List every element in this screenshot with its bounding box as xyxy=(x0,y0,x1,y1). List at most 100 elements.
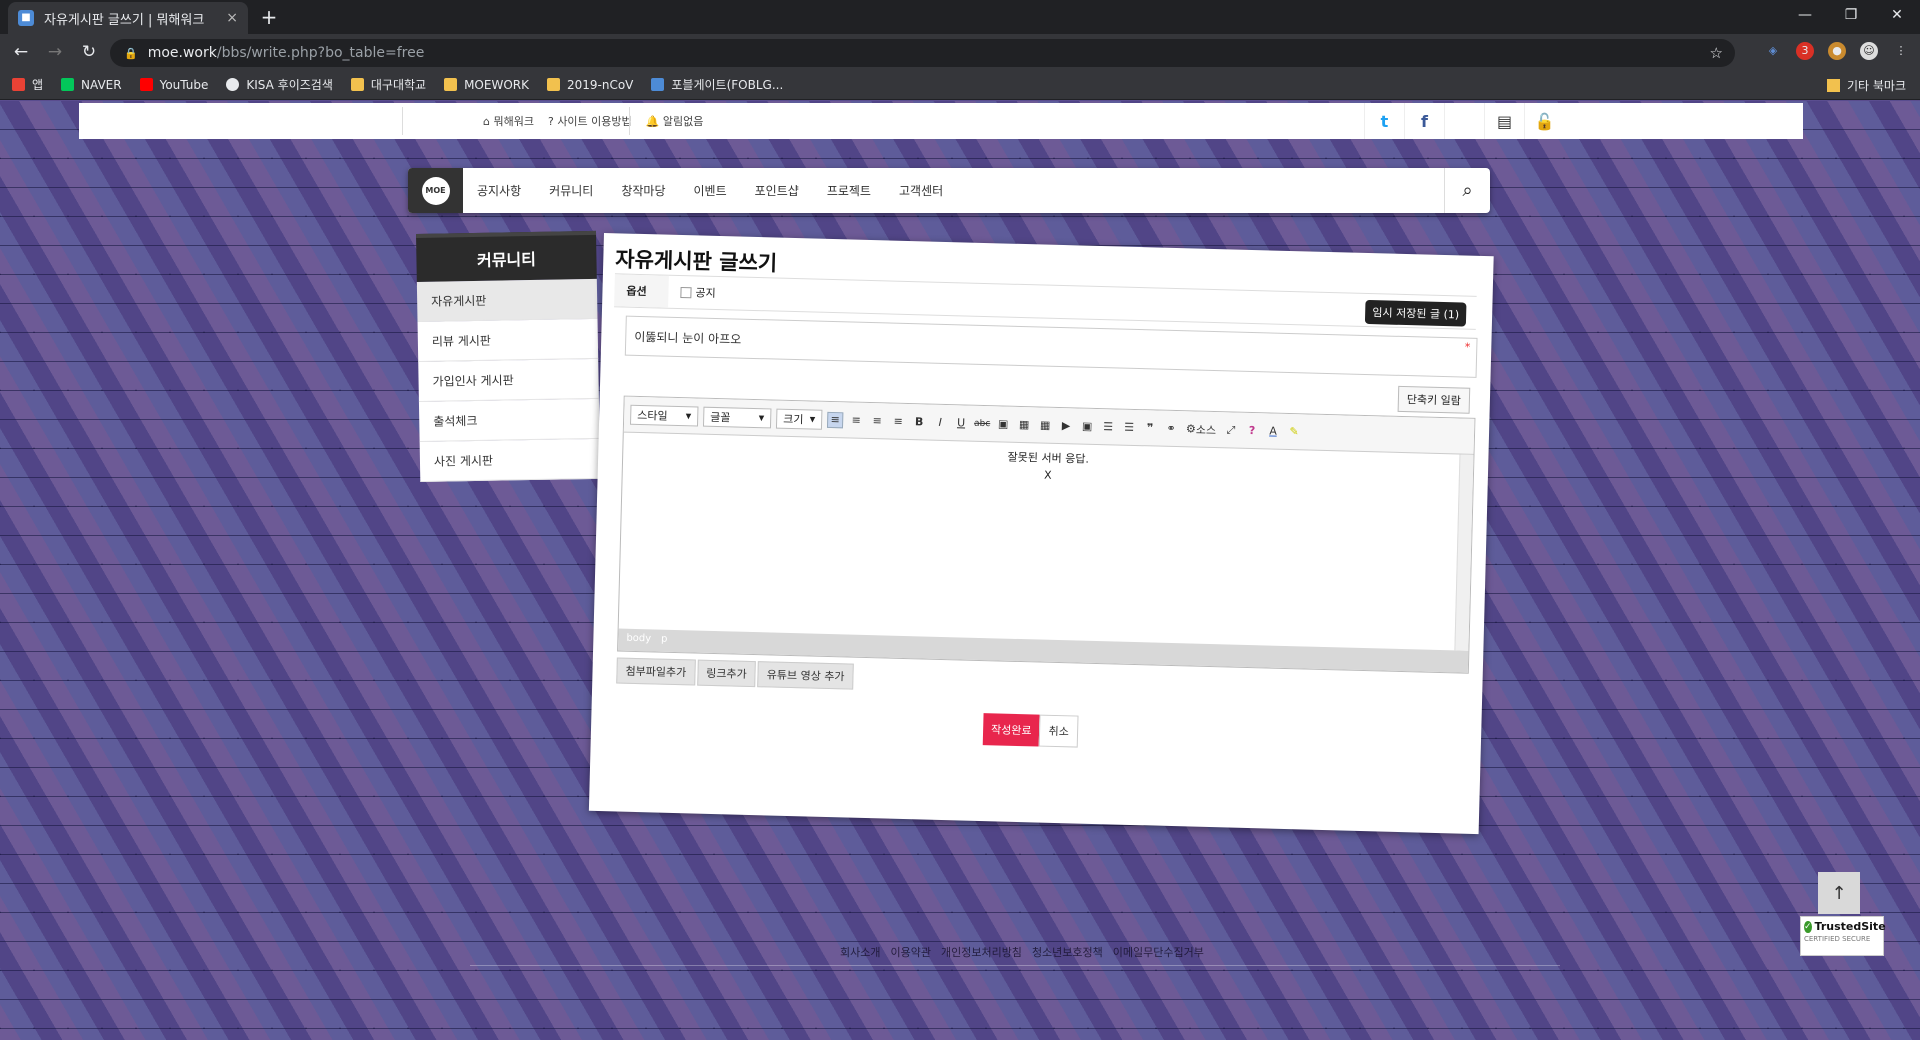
twitter-icon[interactable]: t xyxy=(1364,103,1404,139)
footer-link[interactable]: 이용약관 xyxy=(890,944,930,960)
reload-icon[interactable]: ↻ xyxy=(76,39,102,65)
main-nav: MOE 공지사항 커뮤니티 창작마당 이벤트 포인트샵 프로젝트 고객센터 ⌕ xyxy=(408,168,1490,213)
sidebar-item-greeting[interactable]: 가입인사 게시판 xyxy=(418,358,599,402)
restore-icon[interactable]: ❐ xyxy=(1828,0,1874,30)
close-window-icon[interactable]: ✕ xyxy=(1874,0,1920,30)
text-color-icon[interactable]: A xyxy=(1265,423,1281,439)
minimize-icon[interactable]: — xyxy=(1782,0,1828,30)
home-link[interactable]: ⌂ 뭐해워크 xyxy=(483,113,534,129)
add-file-button[interactable]: 첨부파일추가 xyxy=(616,657,696,686)
extension-icon[interactable]: ◈ xyxy=(1764,42,1782,60)
profile-avatar[interactable]: ☺ xyxy=(1860,42,1878,60)
highlight-color-icon[interactable]: ✎ xyxy=(1286,423,1302,439)
option-label: 옵션 xyxy=(614,274,669,308)
bookmarks-bar: 앱 NAVER YouTube KISA 후이즈검색 대구대학교 MOEWORK… xyxy=(0,70,1920,100)
align-right-icon[interactable]: ≡ xyxy=(869,413,885,429)
menu-kebab-icon[interactable]: ⋮ xyxy=(1892,42,1910,60)
sidebar-item-review[interactable]: 리뷰 게시판 xyxy=(417,318,599,362)
bookmark-naver[interactable]: NAVER xyxy=(61,78,122,92)
subject-value: 이뚫되니 눈이 아프오 xyxy=(634,329,742,347)
notification-link[interactable]: 🔔 알림없음 xyxy=(646,113,704,129)
help-icon[interactable]: ? xyxy=(1244,422,1260,438)
youtube-embed-icon[interactable]: ▶ xyxy=(1058,417,1074,433)
align-center-icon[interactable]: ≡ xyxy=(848,412,864,428)
notice-checkbox[interactable]: 공지 xyxy=(680,284,716,301)
blockquote-icon[interactable]: ❞ xyxy=(1142,420,1158,436)
style-dropdown[interactable]: 스타일 ▾ xyxy=(630,404,699,427)
folder-icon xyxy=(444,78,458,91)
trustedsite-badge[interactable]: ✓ TrustedSite CERTIFIED SECURE xyxy=(1800,916,1886,956)
new-tab-button[interactable]: + xyxy=(258,6,280,28)
ordered-list-icon[interactable]: ☰ xyxy=(1100,419,1116,435)
element-path-body[interactable]: body xyxy=(626,633,651,648)
temp-saved-button[interactable]: 임시 저장된 글 (1) xyxy=(1365,299,1467,327)
footer-link[interactable]: 청소년보호정책 xyxy=(1032,944,1103,960)
bookmark-daegu[interactable]: 대구대학교 xyxy=(350,76,426,93)
footer-link[interactable]: 이메일무단수집거부 xyxy=(1113,944,1204,960)
cookie-extension-icon[interactable]: ● xyxy=(1828,42,1846,60)
cancel-button[interactable]: 취소 xyxy=(1039,714,1079,748)
image-icon[interactable]: ▣ xyxy=(995,416,1011,432)
bookmark-star-icon[interactable]: ☆ xyxy=(1710,44,1723,62)
chevron-down-icon: ▾ xyxy=(809,412,816,426)
footer-link[interactable]: 개인정보처리방침 xyxy=(941,944,1022,960)
forward-icon[interactable]: → xyxy=(42,39,68,65)
bookmark-foblgate[interactable]: 포블게이트(FOBLG... xyxy=(651,76,783,93)
font-dropdown[interactable]: 글꼴 ▾ xyxy=(702,406,772,428)
close-tab-icon[interactable]: × xyxy=(226,10,238,26)
add-youtube-button[interactable]: 유튜브 영상 추가 xyxy=(757,661,854,690)
editor-body[interactable]: 잘못된 서버 응답. X xyxy=(619,433,1474,651)
link-icon[interactable]: ⚭ xyxy=(1163,420,1179,436)
nav-item-event[interactable]: 이벤트 xyxy=(680,182,741,199)
sidebar-item-attendance[interactable]: 출석체크 xyxy=(418,398,600,442)
add-link-button[interactable]: 링크추가 xyxy=(696,659,757,688)
bookmark-apps[interactable]: 앱 xyxy=(12,76,43,93)
login-unlock-icon[interactable]: 🔓 xyxy=(1524,103,1564,139)
submit-button[interactable]: 작성완료 xyxy=(982,713,1041,747)
underline-icon[interactable]: U xyxy=(953,415,969,431)
bookmark-moework[interactable]: MOEWORK xyxy=(444,78,529,92)
back-icon[interactable]: ← xyxy=(8,39,34,65)
source-button[interactable]: ⚙ 소스 xyxy=(1184,421,1218,438)
nav-item-notice[interactable]: 공지사항 xyxy=(463,182,535,199)
nav-item-creation[interactable]: 창작마당 xyxy=(607,182,679,199)
nav-item-project[interactable]: 프로젝트 xyxy=(813,182,885,199)
bookmark-kisa[interactable]: KISA 후이즈검색 xyxy=(226,76,333,93)
bullet-list-icon[interactable]: ☰ xyxy=(1121,419,1137,435)
scroll-to-top-button[interactable]: ↑ xyxy=(1818,872,1860,914)
strikethrough-icon[interactable]: abc xyxy=(974,415,990,431)
element-path-p[interactable]: p xyxy=(661,634,668,648)
facebook-icon[interactable]: f xyxy=(1404,103,1444,139)
shortcut-list-button[interactable]: 단축키 일람 xyxy=(1397,385,1471,414)
nav-item-pointshop[interactable]: 포인트샵 xyxy=(741,182,813,199)
nav-item-community[interactable]: 커뮤니티 xyxy=(535,182,607,199)
italic-icon[interactable]: I xyxy=(932,414,948,430)
extension-badge-icon[interactable]: 3 xyxy=(1796,42,1814,60)
site-logo[interactable]: MOE xyxy=(408,168,463,213)
nav-item-support[interactable]: 고객센터 xyxy=(885,182,957,199)
footer-links: 회사소개 이용약관 개인정보처리방침 청소년보호정책 이메일무단수집거부 xyxy=(840,944,1204,960)
maximize-icon[interactable]: ⤢ xyxy=(1223,422,1239,438)
browser-toolbar: ← → ↻ 🔒 moe.work /bbs/write.php?bo_table… xyxy=(0,34,1920,70)
checkbox-icon[interactable] xyxy=(680,286,692,298)
profile-card-icon[interactable]: ▤ xyxy=(1484,103,1524,139)
chevron-down-icon: ▾ xyxy=(758,411,765,425)
size-dropdown[interactable]: 크기 ▾ xyxy=(775,408,823,430)
search-icon[interactable]: ⌕ xyxy=(1444,168,1490,213)
image-gallery-icon[interactable]: ▦ xyxy=(1016,416,1032,432)
table-icon[interactable]: ▦ xyxy=(1037,417,1053,433)
photo-icon[interactable]: ▣ xyxy=(1079,418,1095,434)
align-left-icon[interactable]: ≡ xyxy=(826,411,844,428)
align-justify-icon[interactable]: ≡ xyxy=(890,413,906,429)
other-bookmarks[interactable]: 기타 북마크 xyxy=(1826,77,1906,94)
sidebar-item-photo[interactable]: 사진 게시판 xyxy=(419,438,601,482)
browser-tab[interactable]: ■ 자유게시판 글쓰기 | 뭐해워크 × xyxy=(8,2,248,34)
bookmark-ncov[interactable]: 2019-nCoV xyxy=(546,78,633,92)
sidebar-item-free[interactable]: 자유게시판 xyxy=(416,278,598,322)
bookmark-youtube[interactable]: YouTube xyxy=(139,78,208,92)
lock-icon: 🔒 xyxy=(124,46,138,60)
footer-link[interactable]: 회사소개 xyxy=(840,944,880,960)
bold-icon[interactable]: B xyxy=(911,414,927,430)
site-guide-link[interactable]: ? 사이트 이용방법 xyxy=(548,113,632,129)
address-bar[interactable]: 🔒 moe.work /bbs/write.php?bo_table=free … xyxy=(110,39,1735,67)
